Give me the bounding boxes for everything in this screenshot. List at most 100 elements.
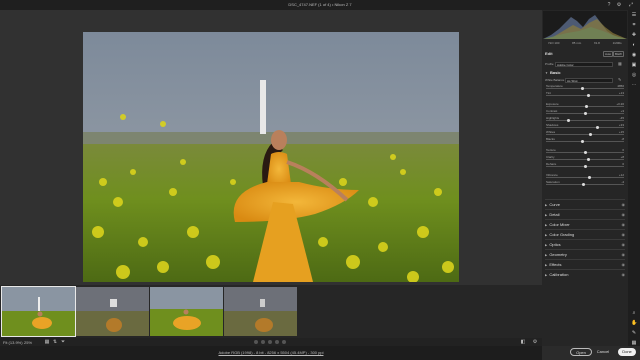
footer: Adobe RGB (1998) - 8 bit - 8256 x 5504 (… bbox=[0, 340, 542, 360]
thumbnail-1[interactable] bbox=[1, 286, 76, 337]
rating-dots[interactable] bbox=[254, 340, 286, 344]
slider-knob[interactable] bbox=[587, 94, 591, 97]
thumbnail-4[interactable] bbox=[224, 287, 297, 336]
eye-icon[interactable]: ◉ bbox=[622, 220, 626, 229]
settings-icon[interactable]: ⚙ bbox=[616, 2, 622, 8]
slider-knob[interactable] bbox=[582, 183, 585, 186]
slider-temperature[interactable]: Temperature 4850 bbox=[546, 84, 624, 90]
slider-track[interactable] bbox=[546, 88, 624, 89]
section-title: Color Mixer bbox=[549, 222, 570, 227]
focal-length: 85 mm bbox=[572, 41, 582, 45]
section-color-grading[interactable]: ▶ Color Grading ◉ bbox=[545, 229, 625, 238]
slider-knob[interactable] bbox=[595, 126, 599, 129]
section-curve[interactable]: ▶ Curve ◉ bbox=[545, 199, 625, 208]
zoom-level[interactable]: Fit (13.9%) bbox=[3, 340, 23, 345]
heal-icon[interactable]: ✚ bbox=[631, 32, 637, 38]
rating-dot[interactable] bbox=[282, 340, 286, 344]
slider-whites[interactable]: Whites +15 bbox=[546, 130, 624, 136]
thumbnail-2[interactable] bbox=[76, 287, 149, 336]
slider-shadows[interactable]: Shadows +33 bbox=[546, 123, 624, 129]
slider-saturation[interactable]: Saturation -4 bbox=[546, 180, 624, 186]
slider-knob[interactable] bbox=[567, 119, 570, 122]
rating-dot[interactable] bbox=[254, 340, 258, 344]
help-icon[interactable]: ? bbox=[606, 2, 612, 8]
slider-knob[interactable] bbox=[580, 87, 584, 90]
slider-track[interactable] bbox=[546, 134, 624, 135]
eye-icon[interactable]: ◉ bbox=[622, 240, 626, 249]
slider-dehaze[interactable]: Dehaze 0 bbox=[546, 162, 624, 168]
presets-icon[interactable]: ◎ bbox=[631, 72, 637, 78]
section-geometry[interactable]: ▶ Geometry ◉ bbox=[545, 249, 625, 258]
slider-clarity[interactable]: Clarity +8 bbox=[546, 155, 624, 161]
zoom-icon[interactable]: ⌕ bbox=[631, 310, 637, 316]
slider-track[interactable] bbox=[546, 120, 624, 121]
sort-icon[interactable]: ⇅ bbox=[52, 339, 58, 345]
redeye-icon[interactable]: ◉ bbox=[631, 52, 637, 58]
bw-button[interactable]: B&W bbox=[613, 51, 624, 57]
hand-icon[interactable]: ✋ bbox=[631, 320, 637, 326]
eye-icon[interactable]: ◉ bbox=[622, 230, 626, 239]
filter-icon[interactable]: ⏷ bbox=[60, 339, 66, 345]
rating-dot[interactable] bbox=[275, 340, 279, 344]
section-optics[interactable]: ▶ Optics ◉ bbox=[545, 239, 625, 248]
section-color-mixer[interactable]: ▶ Color Mixer ◉ bbox=[545, 219, 625, 228]
slider-contrast[interactable]: Contrast +3 bbox=[546, 109, 624, 115]
workflow-options-link[interactable]: Adobe RGB (1998) - 8 bit - 8256 x 5504 (… bbox=[0, 350, 542, 355]
eye-icon[interactable]: ◉ bbox=[622, 260, 626, 269]
slider-highlights[interactable]: Highlights -45 bbox=[546, 116, 624, 122]
section-calibration[interactable]: ▶ Calibration ◉ bbox=[545, 269, 625, 278]
settings-icon[interactable]: ⚙ bbox=[532, 339, 538, 345]
grid-overlay-icon[interactable]: ▦ bbox=[631, 340, 637, 346]
slider-knob[interactable] bbox=[588, 133, 592, 136]
slider-knob[interactable] bbox=[584, 112, 588, 115]
slider-blacks[interactable]: Blacks -8 bbox=[546, 137, 624, 143]
rating-dot[interactable] bbox=[261, 340, 265, 344]
thumbnail-image bbox=[150, 287, 223, 336]
photo-preview[interactable] bbox=[83, 32, 459, 282]
open-button[interactable]: Open bbox=[570, 348, 592, 356]
grid-icon[interactable]: ▦ bbox=[44, 339, 50, 345]
done-button[interactable]: Done bbox=[618, 348, 636, 356]
slider-track[interactable] bbox=[546, 184, 624, 185]
more-icon[interactable]: ⋯ bbox=[631, 82, 637, 88]
auto-button[interactable]: Auto bbox=[603, 51, 614, 57]
slider-knob[interactable] bbox=[580, 140, 584, 143]
section-detail[interactable]: ▶ Detail ◉ bbox=[545, 209, 625, 218]
section-effects[interactable]: ▶ Effects ◉ bbox=[545, 259, 625, 268]
thumbnail-3[interactable] bbox=[150, 287, 223, 336]
eye-icon[interactable]: ◉ bbox=[622, 200, 626, 209]
mask-icon[interactable]: ◐ bbox=[631, 42, 637, 48]
eye-icon[interactable]: ◉ bbox=[622, 250, 626, 259]
profile-select[interactable]: Adobe Color bbox=[555, 62, 613, 67]
white-balance-select[interactable]: As Shot bbox=[565, 78, 613, 83]
edit-icon[interactable]: ☰ bbox=[631, 12, 637, 18]
slider-knob[interactable] bbox=[583, 165, 587, 168]
basic-section-header[interactable]: ▼ Basic bbox=[545, 70, 625, 76]
rating-dot[interactable] bbox=[268, 340, 272, 344]
slider-knob[interactable] bbox=[585, 105, 588, 108]
zoom-preset[interactable]: 25% bbox=[24, 340, 32, 345]
slider-texture[interactable]: Texture 0 bbox=[546, 148, 624, 154]
eye-icon[interactable]: ◉ bbox=[622, 210, 626, 219]
crop-icon[interactable]: ⌗ bbox=[631, 22, 637, 28]
slider-exposure[interactable]: Exposure +0.20 bbox=[546, 102, 624, 108]
profile-browser-icon[interactable]: ▦ bbox=[618, 61, 622, 66]
expand-icon[interactable]: ⤢ bbox=[628, 2, 634, 8]
slider-track[interactable] bbox=[546, 141, 624, 142]
slider-knob[interactable] bbox=[588, 176, 591, 179]
eye-icon[interactable]: ◉ bbox=[622, 270, 626, 279]
slider-knob[interactable] bbox=[586, 158, 590, 161]
slider-track[interactable] bbox=[546, 127, 624, 128]
slider-track[interactable] bbox=[546, 159, 624, 160]
compare-icon[interactable]: ◧ bbox=[520, 339, 526, 345]
snapshots-icon[interactable]: ▣ bbox=[631, 62, 637, 68]
sampler-icon[interactable]: ✎ bbox=[631, 330, 637, 336]
slider-track[interactable] bbox=[546, 177, 624, 178]
cancel-button[interactable]: Cancel bbox=[596, 348, 610, 356]
slider-knob[interactable] bbox=[583, 151, 587, 154]
slider-tint[interactable]: Tint +13 bbox=[546, 91, 624, 97]
eyedropper-icon[interactable]: ✎ bbox=[618, 77, 621, 82]
slider-vibrance[interactable]: Vibrance +12 bbox=[546, 173, 624, 179]
chevron-right-icon: ▶ bbox=[545, 243, 548, 247]
slider-track[interactable] bbox=[546, 95, 624, 96]
